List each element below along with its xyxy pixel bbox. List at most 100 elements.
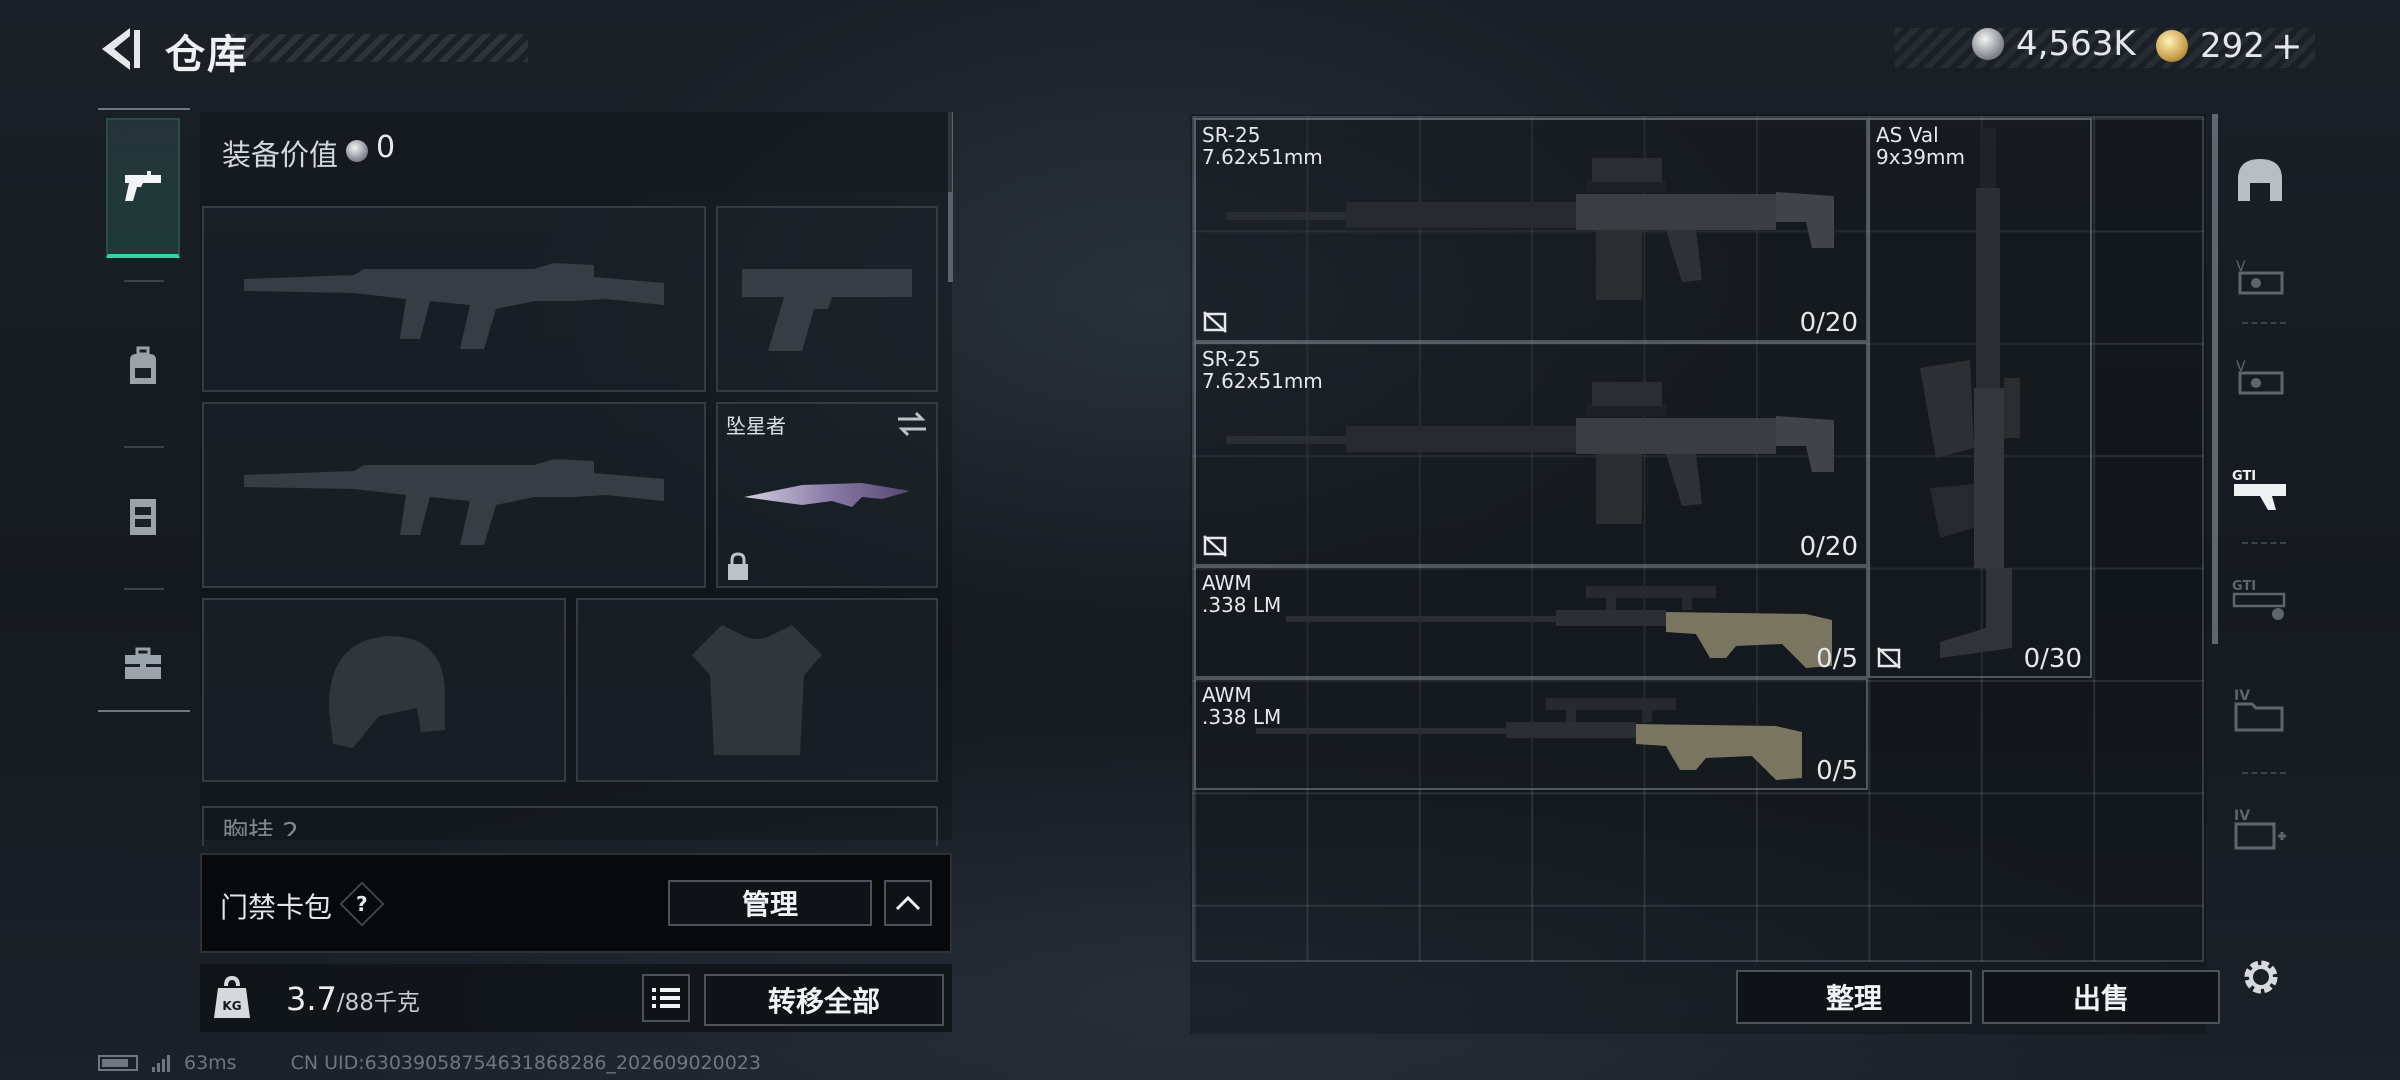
- secondary-weapon-slot[interactable]: [716, 206, 938, 392]
- item-ammo-count: 0/30: [2023, 644, 2082, 674]
- add-currency-button[interactable]: +: [2271, 24, 2303, 68]
- chest-rig-row[interactable]: [202, 806, 938, 846]
- silver-amount: 4,563K: [2016, 24, 2136, 64]
- status-footer: 63ms CN UID:63039058754631868286_2026090…: [98, 1052, 761, 1074]
- item-ammo-count: 0/5: [1816, 644, 1858, 674]
- gun-v2-filter-icon: V: [2236, 359, 2284, 395]
- medkit-iv-filter-icon: IV: [2234, 808, 2286, 850]
- gun-v-filter-icon: V: [2236, 259, 2284, 295]
- filter-helmet[interactable]: [2222, 130, 2298, 230]
- weight-readout: 3.7/88千克: [286, 980, 420, 1018]
- as-val-rifle-icon: [1920, 128, 2020, 658]
- manage-button[interactable]: 管理: [668, 880, 872, 926]
- awm-rifle-icon: [1286, 586, 1832, 668]
- storage-item-awm-2[interactable]: AWM .338 LM 0/5: [1194, 678, 1868, 790]
- settings-button[interactable]: [2238, 954, 2284, 1000]
- item-name-label: AWM .338 LM: [1202, 572, 1281, 616]
- nav-item-backpack[interactable]: [106, 296, 180, 436]
- gold-amount: 292: [2200, 26, 2265, 66]
- storage-item-sr25-2[interactable]: SR-25 7.62x51mm 0/20: [1194, 342, 1868, 566]
- storage-filter-sidebar: V V GTI GTI IV IV: [2222, 130, 2298, 930]
- no-insurance-icon: [1203, 311, 1227, 333]
- user-uid: CN UID:63039058754631868286_202609020023: [290, 1052, 761, 1074]
- storage-item-awm-1[interactable]: AWM .338 LM 0/5: [1194, 566, 1868, 678]
- storage-item-as-val[interactable]: AS Val 9x39mm 0/30: [1868, 118, 2092, 678]
- gold-coin-icon: [2156, 30, 2188, 62]
- primary-weapon-slot-2[interactable]: [202, 402, 706, 588]
- chevron-up-icon: [895, 895, 921, 911]
- nav-separator: [124, 588, 164, 590]
- nav-item-chest-rig[interactable]: [106, 446, 180, 586]
- equipment-value: 0: [376, 130, 396, 165]
- pistol-icon: [125, 171, 161, 201]
- chest-rig-icon: [130, 499, 156, 535]
- swap-icon[interactable]: [896, 410, 928, 438]
- question-icon: ?: [356, 891, 368, 916]
- sort-button[interactable]: 整理: [1736, 970, 1972, 1024]
- filter-gun-v[interactable]: V: [2222, 230, 2298, 330]
- weight-current: 3.7: [286, 980, 337, 1018]
- helmet-silhouette-icon: [328, 636, 445, 748]
- svg-text:GTI: GTI: [2232, 469, 2256, 484]
- title-stripe: [228, 34, 528, 62]
- filter-folder-iv[interactable]: IV: [2222, 660, 2298, 760]
- nav-divider-top: [98, 108, 190, 110]
- item-name: AWM: [1202, 571, 1252, 595]
- item-name: SR-25: [1202, 123, 1261, 147]
- briefcase-icon: [125, 647, 161, 679]
- chest-rig-label: 胸挂 2: [222, 812, 299, 836]
- list-view-button[interactable]: [642, 974, 690, 1022]
- helmet-slot[interactable]: [202, 598, 566, 782]
- helmet-filter-icon: [2238, 159, 2282, 201]
- silver-currency: 4,563K: [1972, 24, 2136, 64]
- item-ammo-count: 0/20: [1799, 308, 1858, 338]
- sell-button[interactable]: 出售: [1982, 970, 2220, 1024]
- filter-gun-v2[interactable]: V: [2222, 330, 2298, 430]
- chest-rig-count: 2: [282, 818, 299, 836]
- melee-slot[interactable]: 坠星者: [716, 402, 938, 588]
- nav-separator: [124, 280, 164, 282]
- weight-unit-badge: KG: [222, 999, 241, 1013]
- collapse-button[interactable]: [884, 880, 932, 926]
- keycard-label: 门禁卡包: [220, 891, 333, 924]
- equipment-value-label: 装备价值: [222, 138, 339, 172]
- weight-icon: KG: [212, 975, 252, 1020]
- gold-currency: 292 +: [2156, 24, 2303, 68]
- nav-divider-bottom: [98, 710, 190, 712]
- item-ammo-count: 0/5: [1816, 756, 1858, 786]
- item-caliber: .338 LM: [1202, 593, 1282, 617]
- gun-gti2-filter-icon: GTI: [2232, 579, 2286, 620]
- ping-readout: 63ms: [184, 1052, 237, 1074]
- gun-gti-filter-icon: GTI: [2232, 469, 2286, 510]
- page-title: 仓库: [165, 32, 249, 78]
- armor-slot[interactable]: [576, 598, 938, 782]
- item-name: SR-25: [1202, 347, 1261, 371]
- filter-separator: [2242, 322, 2286, 324]
- knife-icon: [744, 483, 910, 507]
- storage-item-sr25-1[interactable]: SR-25 7.62x51mm 0/20: [1194, 118, 1868, 342]
- primary-weapon-slot-1[interactable]: [202, 206, 706, 392]
- no-insurance-icon: [1203, 535, 1227, 557]
- no-insurance-icon: [1877, 647, 1901, 669]
- folder-iv-filter-icon: IV: [2234, 688, 2284, 732]
- transfer-all-button[interactable]: 转移全部: [704, 974, 944, 1026]
- filter-separator: [2242, 772, 2286, 774]
- filter-gun-gti2[interactable]: GTI: [2222, 550, 2298, 650]
- signal-icon: [152, 1054, 170, 1072]
- melee-item-name: 坠星者: [726, 414, 786, 438]
- rifle-silhouette-icon: [244, 459, 664, 545]
- category-nav: [98, 108, 190, 712]
- storage-grid: SR-25 7.62x51mm 0/20 SR-25 7.62x51mm 0/2…: [1192, 116, 2204, 962]
- awm-rifle-icon: [1256, 698, 1802, 780]
- nav-item-weapons[interactable]: [106, 118, 180, 258]
- filter-medkit-iv[interactable]: IV: [2222, 780, 2298, 880]
- nav-item-case[interactable]: [106, 594, 180, 734]
- list-icon: [652, 988, 680, 1008]
- back-button[interactable]: [96, 24, 142, 74]
- item-ammo-count: 0/20: [1799, 532, 1858, 562]
- svg-text:IV: IV: [2234, 808, 2250, 824]
- filter-gun-gti[interactable]: GTI: [2222, 440, 2298, 540]
- backpack-icon: [130, 346, 156, 384]
- svg-text:GTI: GTI: [2232, 579, 2256, 594]
- storage-scrollbar[interactable]: [2212, 114, 2218, 644]
